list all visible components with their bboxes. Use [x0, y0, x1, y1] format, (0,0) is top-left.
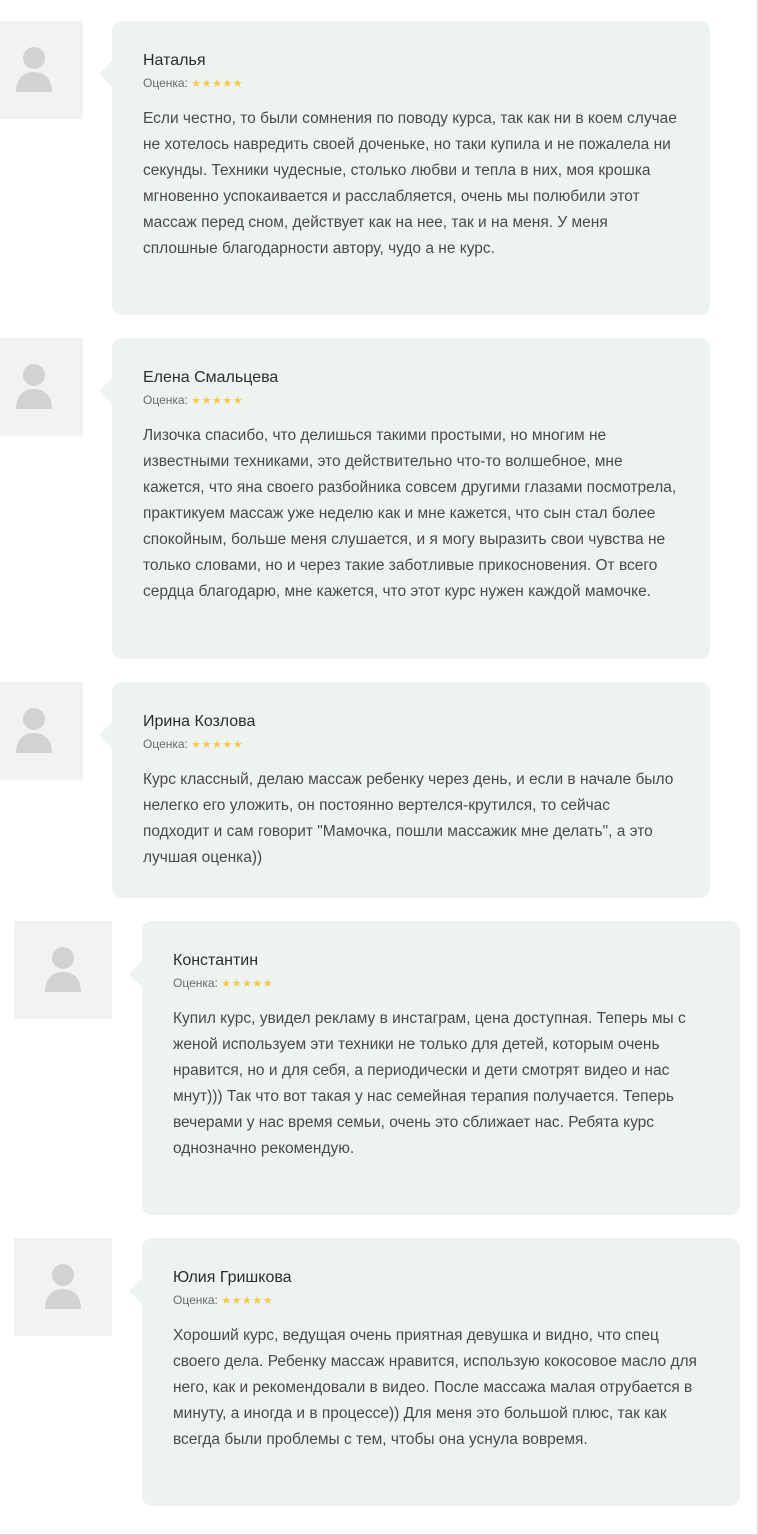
reviewer-name: Наталья [143, 52, 206, 69]
star-icon: ★★★★★ [191, 78, 244, 90]
rating: Оценка: ★★★★★ [173, 975, 710, 992]
review-card: Елена Смальцева Оценка: ★★★★★ Лизочка сп… [99, 338, 710, 659]
user-silhouette-icon [45, 1264, 81, 1309]
review-text: Хороший курс, ведущая очень приятная дев… [173, 1327, 697, 1448]
reviewer-name: Константин [173, 952, 259, 969]
reviewer-name: Елена Смальцева [143, 369, 279, 386]
review-card: Юлия Гришкова Оценка: ★★★★★ Хороший курс… [129, 1238, 740, 1506]
review-text: Лизочка спасибо, что делишься такими про… [143, 427, 677, 600]
user-silhouette-icon [16, 364, 52, 409]
review-card: Ирина Козлова Оценка: ★★★★★ Курс классны… [99, 682, 710, 898]
rating-label: Оценка: [173, 1293, 218, 1307]
rating-label: Оценка: [173, 976, 218, 990]
avatar [0, 21, 83, 119]
star-icon: ★★★★★ [221, 1295, 274, 1307]
review-text: Если честно, то были сомнения по поводу … [143, 110, 677, 257]
reviews-list: Наталья Оценка: ★★★★★ Если честно, то бы… [0, 0, 758, 1535]
user-silhouette-icon [45, 947, 81, 992]
review-card: Константин Оценка: ★★★★★ Купил курс, уви… [129, 921, 740, 1215]
avatar [14, 1238, 112, 1336]
avatar [14, 921, 112, 1019]
rating-label: Оценка: [143, 737, 188, 751]
user-silhouette-icon [16, 47, 52, 92]
rating: Оценка: ★★★★★ [143, 736, 680, 753]
reviewer-name: Ирина Козлова [143, 713, 256, 730]
star-icon: ★★★★★ [191, 739, 244, 751]
rating: Оценка: ★★★★★ [173, 1292, 710, 1309]
rating: Оценка: ★★★★★ [143, 75, 680, 92]
user-silhouette-icon [16, 708, 52, 753]
star-icon: ★★★★★ [191, 395, 244, 407]
rating-label: Оценка: [143, 76, 188, 90]
review-text: Купил курс, увидел рекламу в инстаграм, … [173, 1010, 686, 1157]
rating: Оценка: ★★★★★ [143, 392, 680, 409]
review-text: Курс классный, делаю массаж ребенку чере… [143, 771, 674, 866]
rating-label: Оценка: [143, 393, 188, 407]
avatar [0, 682, 83, 780]
star-icon: ★★★★★ [221, 978, 274, 990]
avatar [0, 338, 83, 436]
reviewer-name: Юлия Гришкова [173, 1269, 292, 1286]
review-card: Наталья Оценка: ★★★★★ Если честно, то бы… [99, 21, 710, 315]
